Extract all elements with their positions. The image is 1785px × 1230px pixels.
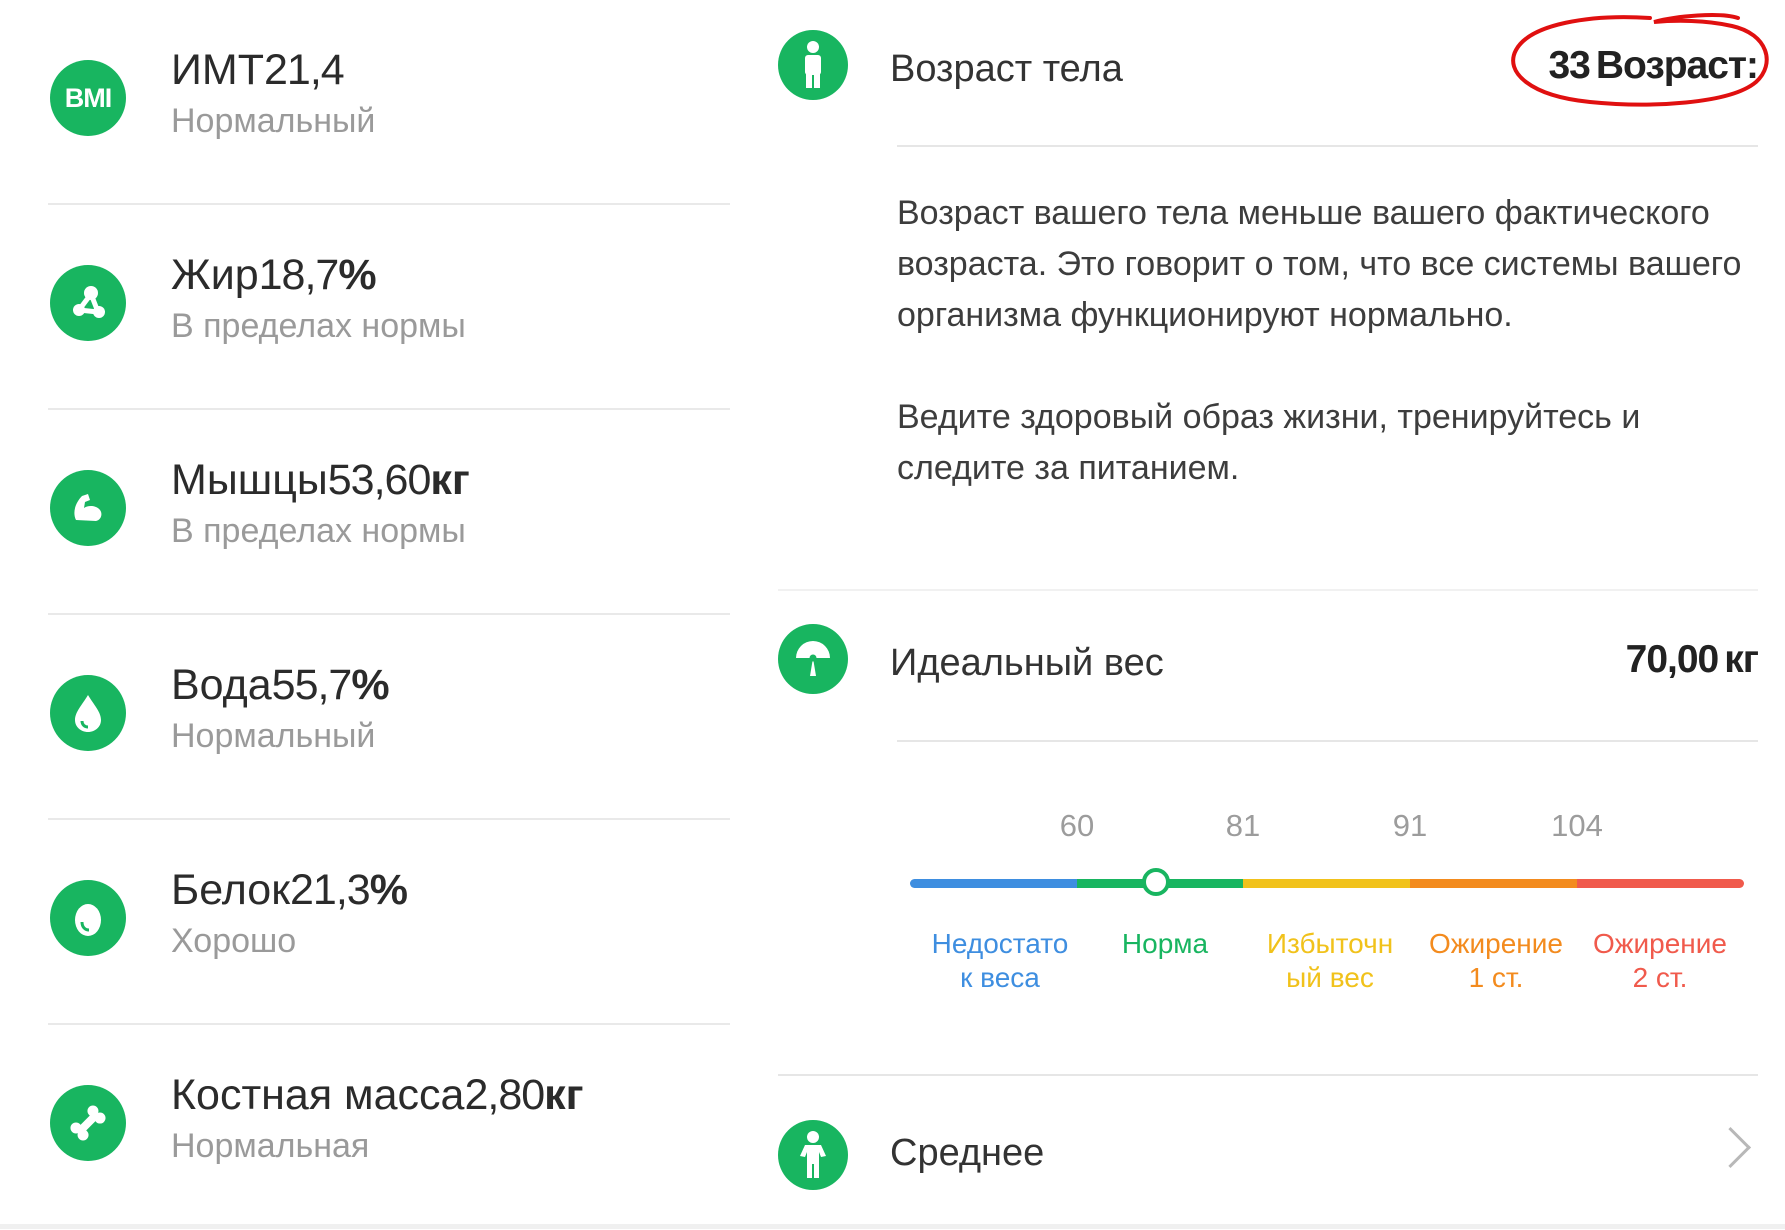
divider xyxy=(778,1074,1758,1076)
ideal-weight-label: Идеальный вес xyxy=(890,642,1164,684)
body-type-label: Среднее xyxy=(890,1132,1045,1174)
metric-unit: % xyxy=(338,251,377,299)
annotation-circle xyxy=(1511,13,1769,107)
divider xyxy=(897,740,1758,742)
metric-name: Мышцы xyxy=(171,456,328,504)
metrics-list: BMI ИМТ21,4 Нормальный Жир18,7% В предел… xyxy=(0,0,740,1229)
category-label: Недостато к веса xyxy=(931,928,1069,993)
body-age-description: Возраст вашего тела меньше вашего фактич… xyxy=(897,188,1757,494)
metric-unit: кг xyxy=(430,456,470,504)
threshold-label: 60 xyxy=(1059,808,1095,843)
segment-obese-2 xyxy=(1577,879,1744,888)
metric-status: Хорошо xyxy=(171,922,297,960)
segment-underweight xyxy=(910,879,1077,888)
category-label: Ожирение 1 ст. xyxy=(1429,928,1563,993)
metric-unit: % xyxy=(369,866,408,914)
segment-overweight xyxy=(1243,879,1410,888)
weight-marker xyxy=(1142,868,1171,896)
divider xyxy=(778,589,1758,591)
fat-icon xyxy=(50,265,126,341)
ideal-weight-number: 70,00 xyxy=(1625,638,1720,681)
person-hands-on-hips-icon xyxy=(778,1120,848,1190)
metric-name: ИМТ xyxy=(171,46,264,94)
metric-muscle[interactable]: Мышцы53,60кг В пределах нормы xyxy=(48,410,730,615)
metric-status: В пределах нормы xyxy=(171,307,466,345)
category-label: Ожирение 2 ст. xyxy=(1593,928,1727,993)
category-label: Норма xyxy=(1121,928,1209,959)
scale-gauge-icon xyxy=(778,624,848,694)
body-type-row[interactable]: Среднее xyxy=(740,1100,1785,1210)
metric-bone-mass[interactable]: Костная масса2,80кг Нормальная xyxy=(48,1025,730,1230)
metric-value: 21,4 xyxy=(264,46,345,94)
divider xyxy=(897,145,1758,147)
metric-status: Нормальный xyxy=(171,102,376,140)
water-drop-icon xyxy=(50,675,126,751)
ideal-weight-unit: кг xyxy=(1724,638,1759,681)
bottom-edge xyxy=(0,1224,1785,1229)
metric-value: 55,7 xyxy=(271,661,353,709)
bmi-icon: BMI xyxy=(50,60,126,136)
metric-name: Белок xyxy=(171,866,291,914)
threshold-label: 91 xyxy=(1392,808,1428,843)
description-paragraph: Возраст вашего тела меньше вашего фактич… xyxy=(897,194,1742,334)
protein-egg-icon xyxy=(50,880,126,956)
segment-obese-1 xyxy=(1410,879,1577,888)
metric-name: Костная масса xyxy=(171,1071,465,1119)
metric-name: Вода xyxy=(171,661,272,709)
metric-name: Жир xyxy=(171,251,259,299)
metric-value: 2,80 xyxy=(464,1071,545,1119)
metric-status: Нормальный xyxy=(171,717,376,755)
threshold-label: 81 xyxy=(1225,808,1261,843)
metric-value: 53,60 xyxy=(327,456,432,504)
bone-icon xyxy=(50,1085,126,1161)
person-icon xyxy=(778,30,848,100)
body-age-label: Возраст тела xyxy=(890,48,1123,90)
weight-scale-bar xyxy=(910,879,1744,888)
ideal-weight-row[interactable]: Идеальный вес 70,00 кг xyxy=(740,594,1785,704)
ideal-weight-value: 70,00 кг xyxy=(1625,638,1759,682)
metric-fat[interactable]: Жир18,7% В пределах нормы xyxy=(48,205,730,410)
metric-unit: % xyxy=(351,661,390,709)
metric-value: 21,3 xyxy=(290,866,371,914)
threshold-label: 104 xyxy=(1551,808,1603,843)
metric-bmi[interactable]: BMI ИМТ21,4 Нормальный xyxy=(48,0,730,205)
metric-status: В пределах нормы xyxy=(171,512,466,550)
category-label: Избыточн ый вес xyxy=(1266,928,1394,993)
muscle-icon xyxy=(50,470,126,546)
metric-value: 18,7 xyxy=(258,251,340,299)
metric-unit: кг xyxy=(544,1071,584,1119)
weight-thresholds: 60 81 91 104 xyxy=(740,808,1785,848)
description-paragraph: Ведите здоровый образ жизни, тренируйтес… xyxy=(897,398,1641,487)
metric-status: Нормальная xyxy=(171,1127,370,1165)
metric-protein[interactable]: Белок21,3% Хорошо xyxy=(48,820,730,1025)
metric-water[interactable]: Вода55,7% Нормальный xyxy=(48,615,730,820)
detail-panel: Возраст тела 33 Возраст: Возраст вашего т… xyxy=(740,0,1785,1229)
